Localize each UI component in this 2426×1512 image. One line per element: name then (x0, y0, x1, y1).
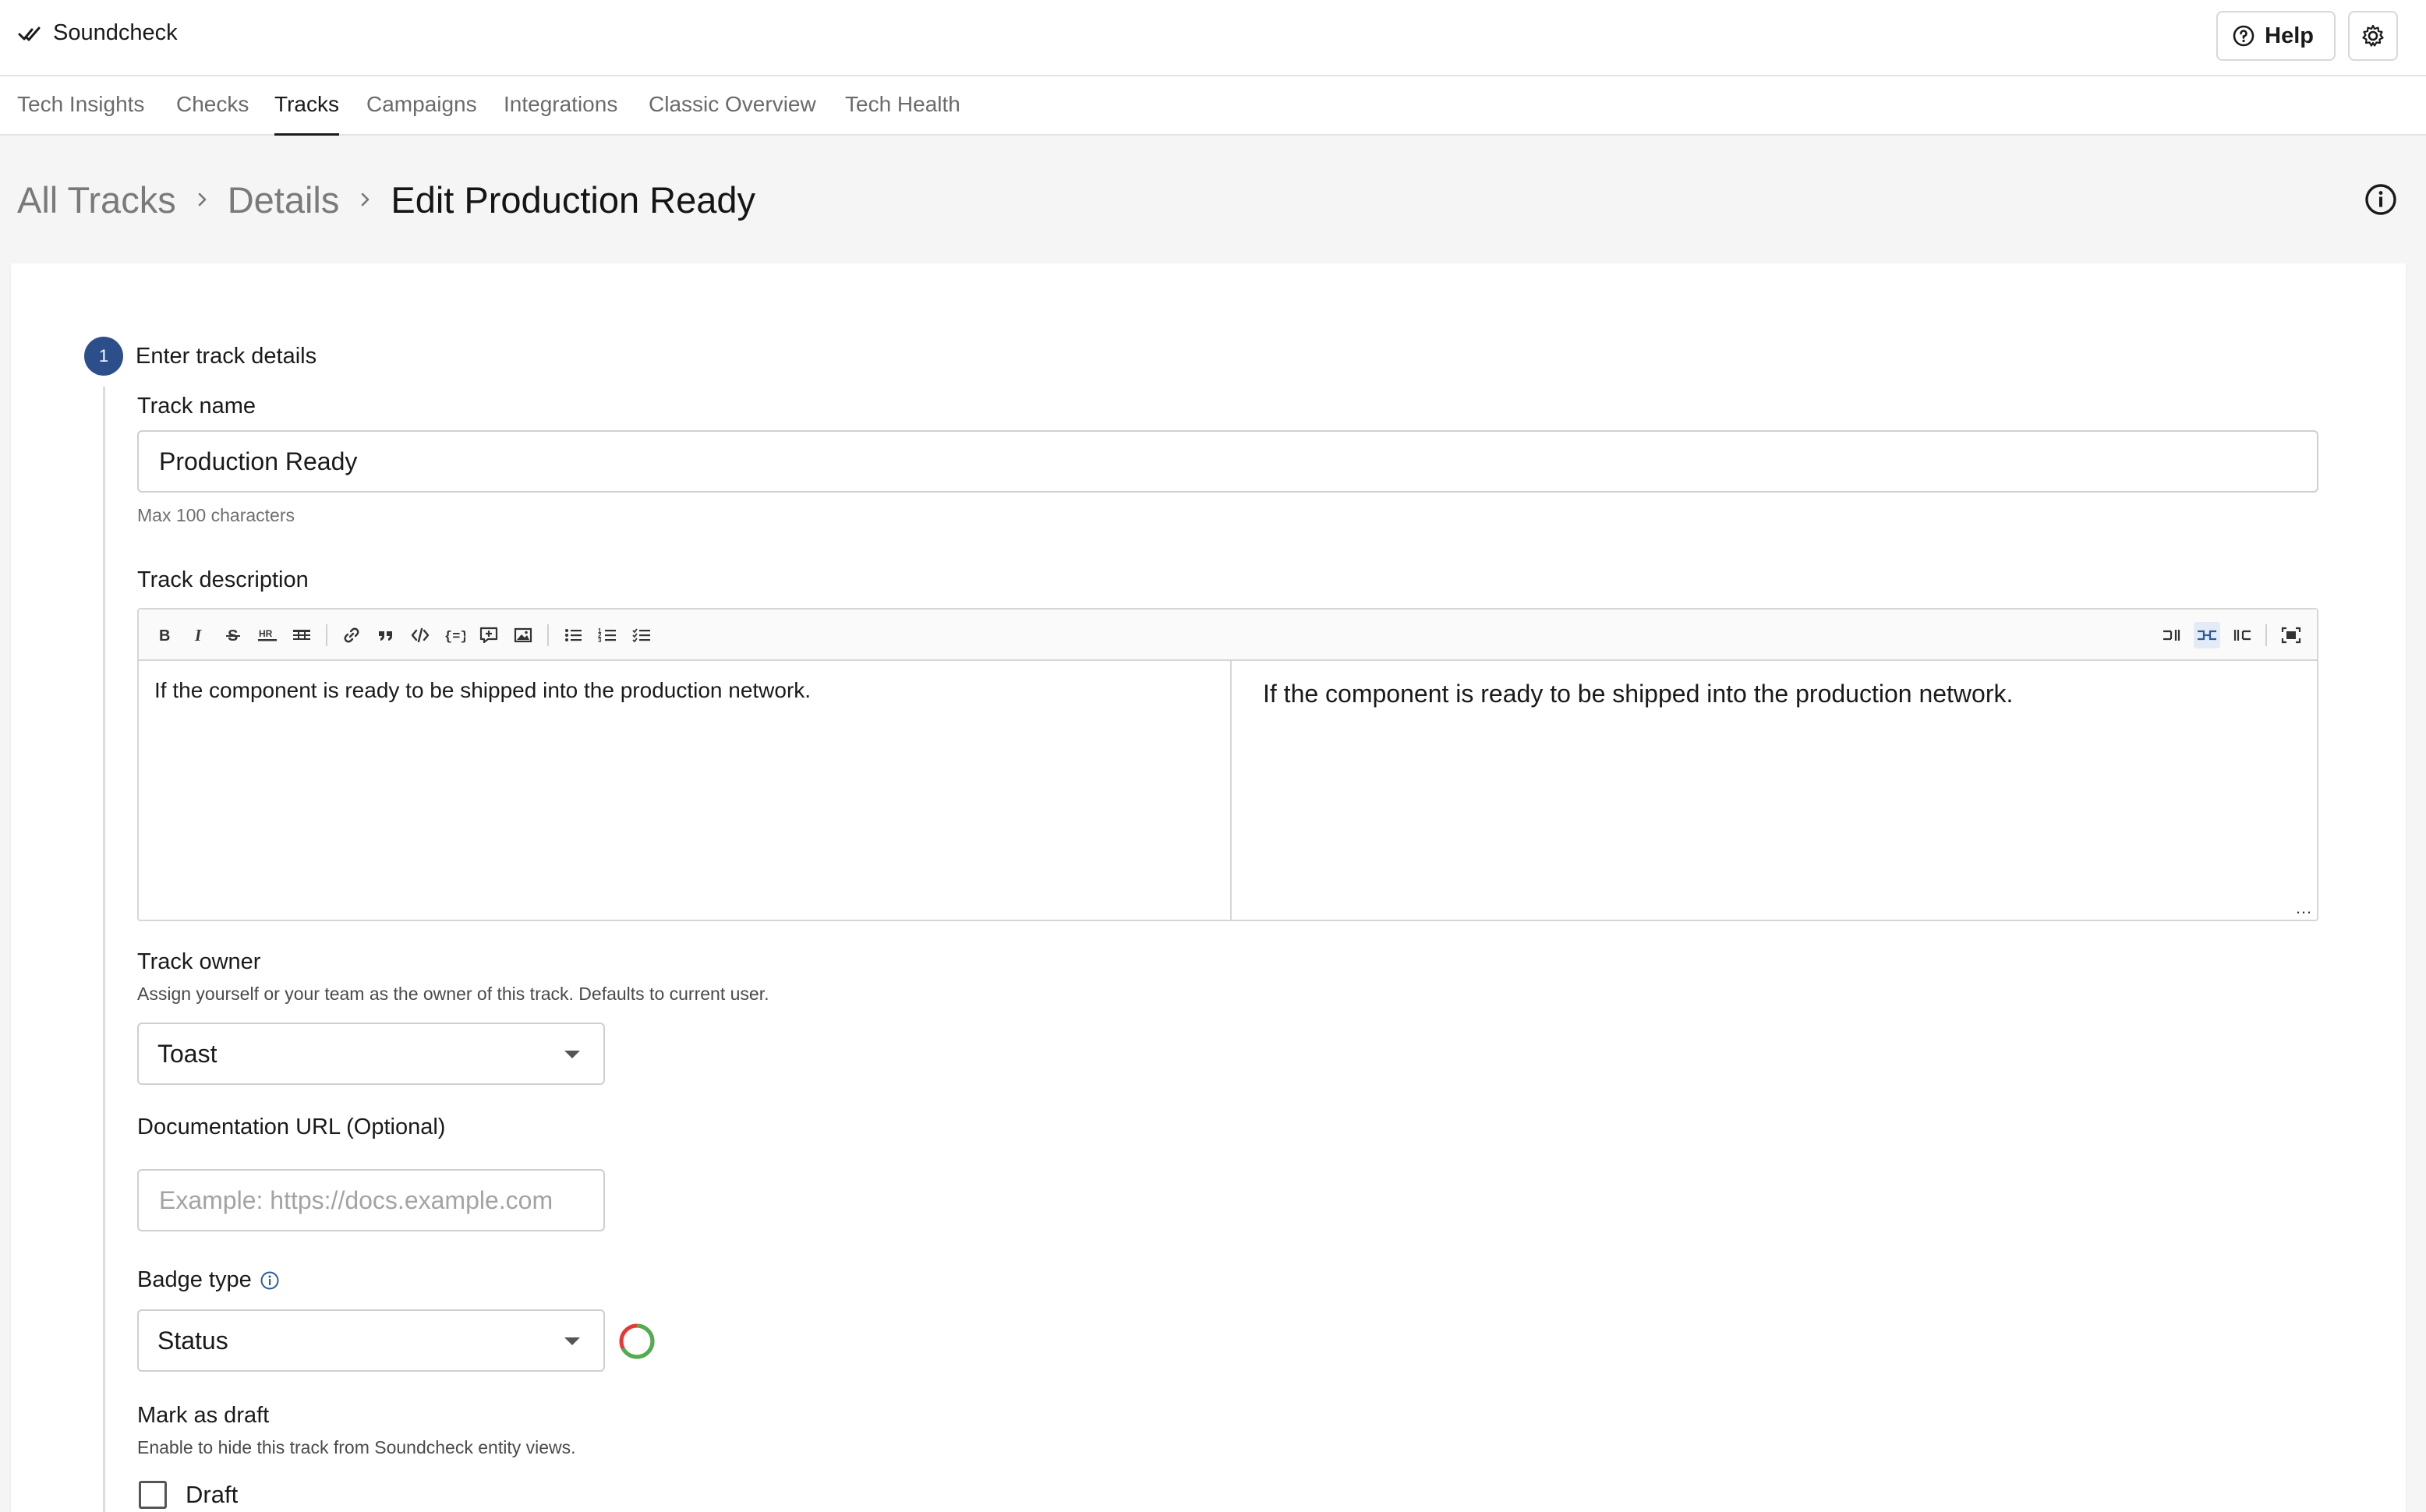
track-owner-helper: Assign yourself or your team as the owne… (137, 984, 769, 1004)
quote-icon[interactable] (373, 622, 399, 648)
documentation-url-label: Documentation URL (Optional) (137, 1115, 446, 1139)
toolbar-divider (547, 624, 549, 646)
task-list-icon[interactable] (628, 622, 655, 648)
svg-text:I: I (194, 627, 202, 644)
image-icon[interactable] (510, 622, 536, 648)
svg-text:3: 3 (598, 637, 602, 644)
tab-campaigns[interactable]: Campaigns (366, 92, 477, 136)
description-preview: If the component is ready to be shipped … (1263, 680, 2014, 708)
preview-only-icon[interactable] (2228, 622, 2254, 648)
ordered-list-icon[interactable]: 123 (594, 622, 621, 648)
chevron-right-icon (352, 186, 378, 213)
italic-icon[interactable]: I (186, 622, 212, 648)
toolbar-divider (326, 624, 327, 646)
documentation-url-input[interactable] (137, 1169, 605, 1231)
bold-icon[interactable]: B (151, 622, 178, 648)
track-owner-value: Toast (157, 1039, 217, 1068)
svg-text:HR: HR (259, 628, 273, 639)
code-icon[interactable] (407, 622, 433, 648)
step-connector (103, 387, 105, 1512)
svg-text:B: B (159, 627, 170, 644)
tab-tech-insights[interactable]: Tech Insights (17, 92, 144, 136)
track-owner-select[interactable]: Toast (137, 1023, 605, 1085)
unordered-list-icon[interactable] (560, 622, 586, 648)
tab-tech-health[interactable]: Tech Health (845, 92, 960, 136)
app-title: Soundcheck (53, 20, 178, 45)
tab-checks[interactable]: Checks (176, 92, 249, 136)
top-bar: Soundcheck Help (0, 0, 2426, 76)
chevron-down-icon (564, 1051, 580, 1058)
resize-handle-icon[interactable]: … (2295, 898, 2312, 918)
track-owner-label: Track owner (137, 949, 261, 974)
badge-type-select[interactable]: Status (137, 1309, 605, 1372)
draft-checkbox[interactable] (139, 1481, 167, 1509)
nav-tabs: Tech Insights Checks Tracks Campaigns In… (0, 76, 2426, 136)
split-view-icon[interactable] (2194, 622, 2220, 648)
badge-type-label-text: Badge type (137, 1267, 252, 1292)
status-badge-icon (619, 1323, 655, 1359)
breadcrumb-details[interactable]: Details (228, 178, 340, 221)
page-title: Edit Production Ready (391, 178, 756, 221)
link-icon[interactable] (338, 622, 365, 648)
mark-as-draft-label: Mark as draft (137, 1403, 270, 1428)
track-description-label: Track description (137, 567, 309, 592)
chevron-down-icon (564, 1337, 580, 1345)
tab-classic-overview[interactable]: Classic Overview (649, 92, 816, 136)
svg-text:{=}: {=} (444, 630, 465, 645)
comment-icon[interactable] (476, 622, 502, 648)
mark-as-draft-helper: Enable to hide this track from Soundchec… (137, 1437, 576, 1457)
track-name-helper: Max 100 characters (137, 505, 295, 525)
table-icon[interactable] (288, 622, 315, 648)
tab-tracks[interactable]: Tracks (274, 92, 339, 136)
code-block-icon[interactable]: {=} (441, 622, 468, 648)
help-icon (2233, 25, 2254, 47)
markdown-editor: B I S HR {=} (137, 608, 2318, 921)
track-name-label: Track name (137, 394, 256, 419)
editor-only-icon[interactable] (2159, 622, 2186, 648)
soundcheck-logo-icon (18, 26, 41, 41)
badge-type-label: Badge type (137, 1267, 280, 1293)
track-name-input[interactable] (137, 430, 2318, 493)
help-label: Help (2265, 23, 2314, 48)
breadcrumb-all-tracks[interactable]: All Tracks (17, 178, 176, 221)
strikethrough-icon[interactable]: S (220, 622, 246, 648)
step-title: Enter track details (136, 344, 317, 369)
toolbar-divider (2265, 624, 2267, 646)
draft-checkbox-label[interactable]: Draft (186, 1481, 238, 1509)
badge-type-value: Status (157, 1326, 228, 1355)
hr-icon[interactable]: HR (254, 622, 281, 648)
fullscreen-icon[interactable] (2278, 622, 2304, 648)
info-icon[interactable] (2364, 182, 2398, 217)
chevron-right-icon (189, 186, 215, 213)
info-icon[interactable] (260, 1270, 280, 1291)
description-textarea[interactable]: If the component is ready to be shipped … (139, 661, 1232, 921)
breadcrumb: All Tracks Details Edit Production Ready (17, 176, 755, 223)
editor-toolbar: B I S HR {=} (139, 609, 2317, 661)
help-button[interactable]: Help (2216, 11, 2336, 61)
gear-icon (2362, 24, 2384, 47)
step-number: 1 (84, 337, 123, 376)
tab-integrations[interactable]: Integrations (504, 92, 617, 136)
brand[interactable]: Soundcheck (17, 20, 178, 46)
settings-button[interactable] (2348, 11, 2398, 61)
